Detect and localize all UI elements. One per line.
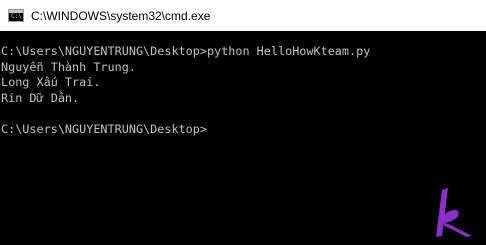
console-output[interactable]: C:\Users\NGUYENTRUNG\Desktop>python Hell… bbox=[0, 44, 486, 245]
console-line: Rin Dữ Dằn. bbox=[1, 90, 80, 105]
console-line: Nguyễn Thành Trung. bbox=[1, 59, 136, 74]
howkteam-logo-icon bbox=[436, 188, 472, 237]
title-bar[interactable]: C:\ C:\WINDOWS\system32\cmd.exe bbox=[0, 0, 486, 31]
cmd-window: C:\ C:\WINDOWS\system32\cmd.exe C:\Users… bbox=[0, 0, 486, 245]
window-title: C:\WINDOWS\system32\cmd.exe bbox=[31, 8, 211, 23]
console-prompt: C:\Users\NGUYENTRUNG\Desktop> bbox=[1, 121, 207, 136]
console-icon: C:\ bbox=[8, 9, 24, 22]
console-line: C:\Users\NGUYENTRUNG\Desktop>python Hell… bbox=[1, 44, 371, 58]
console-line: Long Xấu Trai. bbox=[1, 75, 101, 90]
